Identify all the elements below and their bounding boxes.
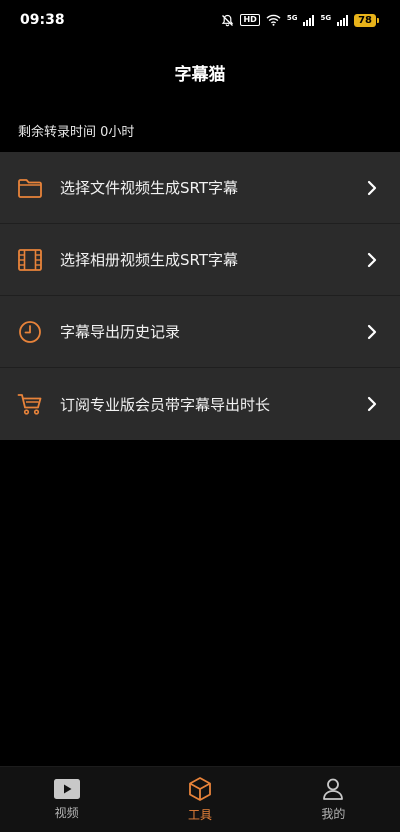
folder-icon xyxy=(16,174,44,202)
chevron-right-icon xyxy=(367,324,377,339)
wifi-icon xyxy=(266,14,281,26)
status-bar: 09:38 HD 5G 5G 78 xyxy=(0,0,400,40)
tab-video[interactable]: 视频 xyxy=(0,767,133,832)
person-icon xyxy=(323,778,344,800)
remaining-time-text: 剩余转录时间 0小时 xyxy=(18,125,135,140)
menu-item-file-video-srt[interactable]: 选择文件视频生成SRT字幕 xyxy=(0,152,400,224)
menu-item-label: 选择相册视频生成SRT字幕 xyxy=(60,251,239,269)
page-title: 字幕猫 xyxy=(174,65,226,85)
tab-label: 视频 xyxy=(54,806,79,820)
tab-label: 我的 xyxy=(321,807,346,821)
menu-item-label: 字幕导出历史记录 xyxy=(60,323,181,341)
mute-bell-icon xyxy=(222,14,234,26)
tab-tools[interactable]: 工具 xyxy=(133,767,266,832)
video-play-icon xyxy=(53,779,80,799)
cart-icon xyxy=(16,390,44,418)
network-type-1: 5G xyxy=(286,13,298,22)
film-icon xyxy=(16,246,44,274)
clock-icon xyxy=(16,318,44,346)
menu-item-label: 订阅专业版会员带字幕导出时长 xyxy=(60,395,271,414)
status-icons: HD 5G 5G 78 xyxy=(221,13,379,27)
menu-item-export-history[interactable]: 字幕导出历史记录 xyxy=(0,296,400,368)
hd-badge: HD xyxy=(240,14,260,26)
menu-item-label: 选择文件视频生成SRT字幕 xyxy=(60,179,239,197)
tool-menu: 选择文件视频生成SRT字幕 选择相册视频生成SRT字幕 字幕导出历史记录 订阅专… xyxy=(0,152,400,440)
tab-label: 工具 xyxy=(187,808,212,822)
network-type-2: 5G xyxy=(320,13,332,22)
box-icon xyxy=(189,777,211,801)
signal-icon xyxy=(337,14,349,26)
chevron-right-icon xyxy=(367,396,377,412)
menu-item-subscribe-pro[interactable]: 订阅专业版会员带字幕导出时长 xyxy=(0,368,400,440)
tab-me[interactable]: 我的 xyxy=(267,767,400,832)
bottom-tab-bar: 视频 工具 我的 xyxy=(0,766,400,832)
battery-icon: 78 xyxy=(354,13,379,27)
menu-item-album-video-srt[interactable]: 选择相册视频生成SRT字幕 xyxy=(0,224,400,296)
chevron-right-icon xyxy=(367,180,377,195)
chevron-right-icon xyxy=(367,252,377,267)
status-time: 09:38 xyxy=(20,12,65,28)
signal-icon xyxy=(303,14,315,26)
